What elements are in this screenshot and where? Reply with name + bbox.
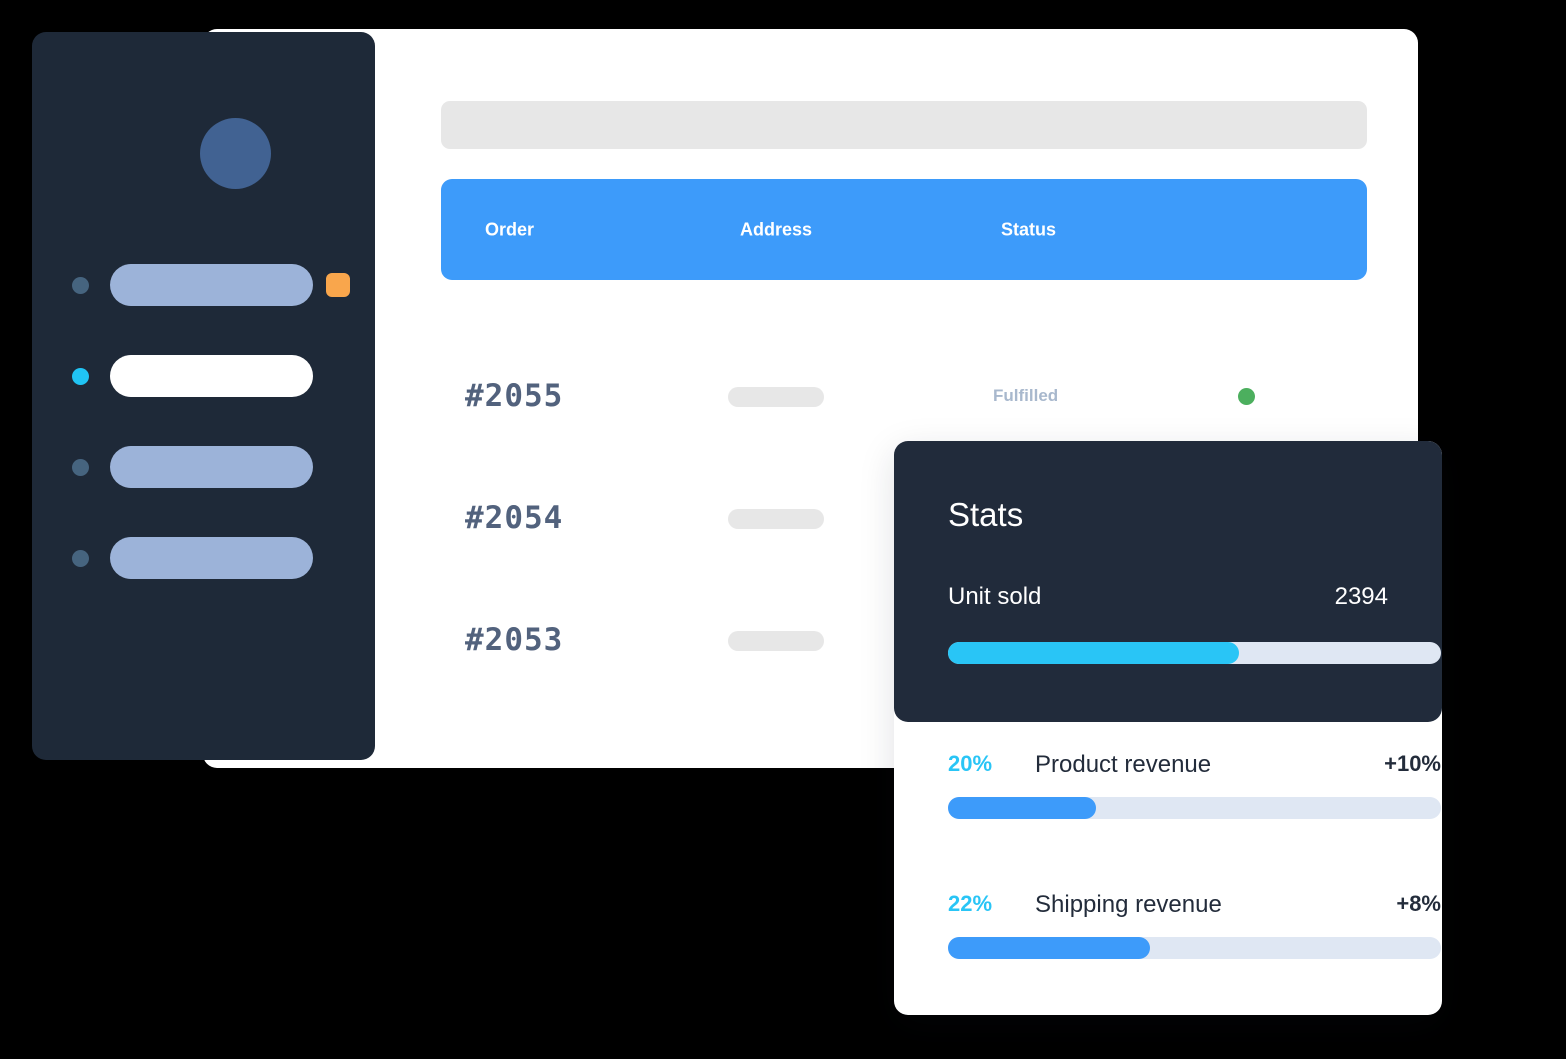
sidebar-item-4[interactable]	[72, 518, 342, 609]
bullet-dot-icon	[72, 550, 89, 567]
column-header-order: Order	[485, 219, 535, 239]
notification-badge[interactable]	[326, 273, 350, 297]
metric-progress-track[interactable]	[948, 797, 1441, 819]
avatar[interactable]	[200, 118, 271, 189]
order-id: #2055	[465, 378, 564, 414]
sidebar-item-label	[110, 264, 313, 306]
order-id: #2053	[465, 622, 564, 658]
sidebar-item-label	[110, 446, 313, 488]
metric-percent: 22%	[948, 891, 993, 916]
bullet-dot-icon	[72, 277, 89, 294]
metric-delta: +10%	[1384, 751, 1441, 776]
bullet-dot-icon	[72, 368, 89, 385]
address-placeholder	[728, 387, 824, 407]
metric-label: Product revenue	[1035, 751, 1212, 778]
metric-product-revenue: 20% Product revenue +10%	[948, 751, 1441, 819]
bullet-dot-icon	[72, 459, 89, 476]
metric-progress-fill	[948, 937, 1151, 959]
unit-sold-progress-track[interactable]	[948, 642, 1441, 664]
dashboard-mockup: Order Address Status #2055 Fulfilled #20…	[0, 0, 1566, 1059]
orders-table-header: Order Address Status	[441, 179, 1367, 280]
unit-sold-row: Unit sold 2394	[948, 583, 1388, 611]
stats-title: Stats	[948, 496, 1024, 533]
sidebar-item-1[interactable]	[72, 245, 350, 336]
unit-sold-label: Unit sold	[948, 583, 1042, 610]
sidebar-item-2[interactable]	[72, 336, 342, 427]
sidebar	[32, 32, 375, 760]
unit-sold-progress-fill	[948, 642, 1239, 664]
metric-percent: 20%	[948, 751, 993, 776]
status-badge: Fulfilled	[993, 386, 1059, 405]
metric-delta: +8%	[1396, 891, 1441, 916]
metric-label: Shipping revenue	[1035, 891, 1222, 918]
column-header-address: Address	[740, 219, 813, 239]
sidebar-nav	[72, 245, 350, 609]
metric-shipping-revenue: 22% Shipping revenue +8%	[948, 891, 1441, 959]
metric-progress-fill	[948, 797, 1096, 819]
unit-sold-value: 2394	[1334, 583, 1388, 610]
metric-progress-track[interactable]	[948, 937, 1441, 959]
address-placeholder	[728, 631, 824, 651]
order-id: #2054	[465, 500, 564, 536]
address-placeholder	[728, 509, 824, 529]
sidebar-item-3[interactable]	[72, 427, 342, 518]
column-header-status: Status	[1001, 219, 1057, 239]
stats-card-header: Stats Unit sold 2394	[894, 441, 1442, 722]
stats-card: Stats Unit sold 2394 20% Product revenue…	[894, 441, 1442, 1015]
sidebar-item-label	[110, 355, 313, 397]
search-input[interactable]	[441, 101, 1367, 149]
sidebar-item-label	[110, 537, 313, 579]
status-dot-icon	[1238, 388, 1255, 405]
